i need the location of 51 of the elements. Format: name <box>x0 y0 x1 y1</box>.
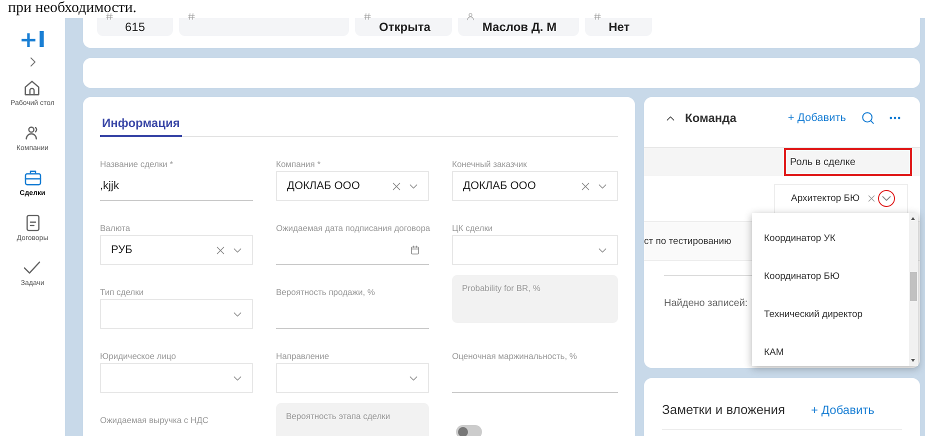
select-field[interactable] <box>276 363 429 393</box>
chip-value: Маслов Д. М <box>482 20 557 34</box>
clear-icon <box>866 193 877 204</box>
hash-icon <box>187 12 196 21</box>
select-field[interactable] <box>100 363 253 393</box>
home-icon <box>22 78 42 98</box>
field-label: Тип сделки <box>100 287 145 299</box>
chip-value: Нет <box>608 20 630 34</box>
table-cell: ст по тестированию <box>644 236 732 246</box>
select-field[interactable]: ДОКЛАБ ООО <box>452 171 618 201</box>
field-label: ЦК сделки <box>452 223 494 235</box>
select-field[interactable]: ДОКЛАБ ООО <box>276 171 429 201</box>
section-title: Команда <box>685 111 738 125</box>
disabled-field: Probability for BR, % <box>452 275 618 323</box>
search-icon <box>860 110 876 126</box>
dropdown-option[interactable]: Координатор БЮ <box>764 257 909 295</box>
chip-value: 615 <box>125 20 146 34</box>
field-label: Ожидаемая дата подписания договора <box>276 223 429 235</box>
chip-value: Открыта <box>379 20 430 34</box>
column-header: Роль в сделке <box>784 148 912 176</box>
toggle-switch[interactable] <box>456 425 482 436</box>
calendar-icon <box>409 244 421 256</box>
document-text: при необходимости. <box>8 0 137 16</box>
field-label: Оценочная маржинальность, % <box>452 351 578 363</box>
field-label: Вероятность продажи, % <box>276 287 376 299</box>
add-link[interactable]: + Добавить <box>788 112 846 124</box>
select-field[interactable] <box>452 235 618 265</box>
field-label: Юридическое лицо <box>100 351 178 363</box>
field-label: Направление <box>276 351 330 363</box>
section-title: Заметки и вложения <box>662 402 786 417</box>
select-field[interactable]: РУБ <box>100 235 253 265</box>
person-icon <box>466 12 476 21</box>
vertical-scrollbar[interactable] <box>909 213 918 366</box>
input-field[interactable]: ,kjjk <box>100 171 253 201</box>
dropdown-option[interactable]: КАМ <box>764 333 909 366</box>
hash-icon <box>592 12 602 21</box>
dropdown-option[interactable]: Технический директор <box>764 295 909 333</box>
select-field[interactable] <box>100 299 253 329</box>
dropdown-option[interactable]: Координатор УК <box>764 219 909 257</box>
field-label: Ожидаемая выручка с НДС <box>100 415 210 427</box>
field-label: Компания * <box>276 159 322 171</box>
tab[interactable]: Информация <box>100 112 182 137</box>
briefcase-icon <box>22 168 42 188</box>
add-link[interactable]: + Добавить <box>811 402 874 416</box>
field-label: Валюта <box>100 223 132 235</box>
app-logo: +I <box>19 30 46 52</box>
record-count: Найдено записей: <box>664 298 749 309</box>
hash-icon <box>363 12 372 21</box>
disabled-field: Вероятность этапа сделки <box>276 403 429 436</box>
field-label: Название сделки * <box>100 159 174 171</box>
field-label: Конечный заказчик <box>452 159 528 171</box>
